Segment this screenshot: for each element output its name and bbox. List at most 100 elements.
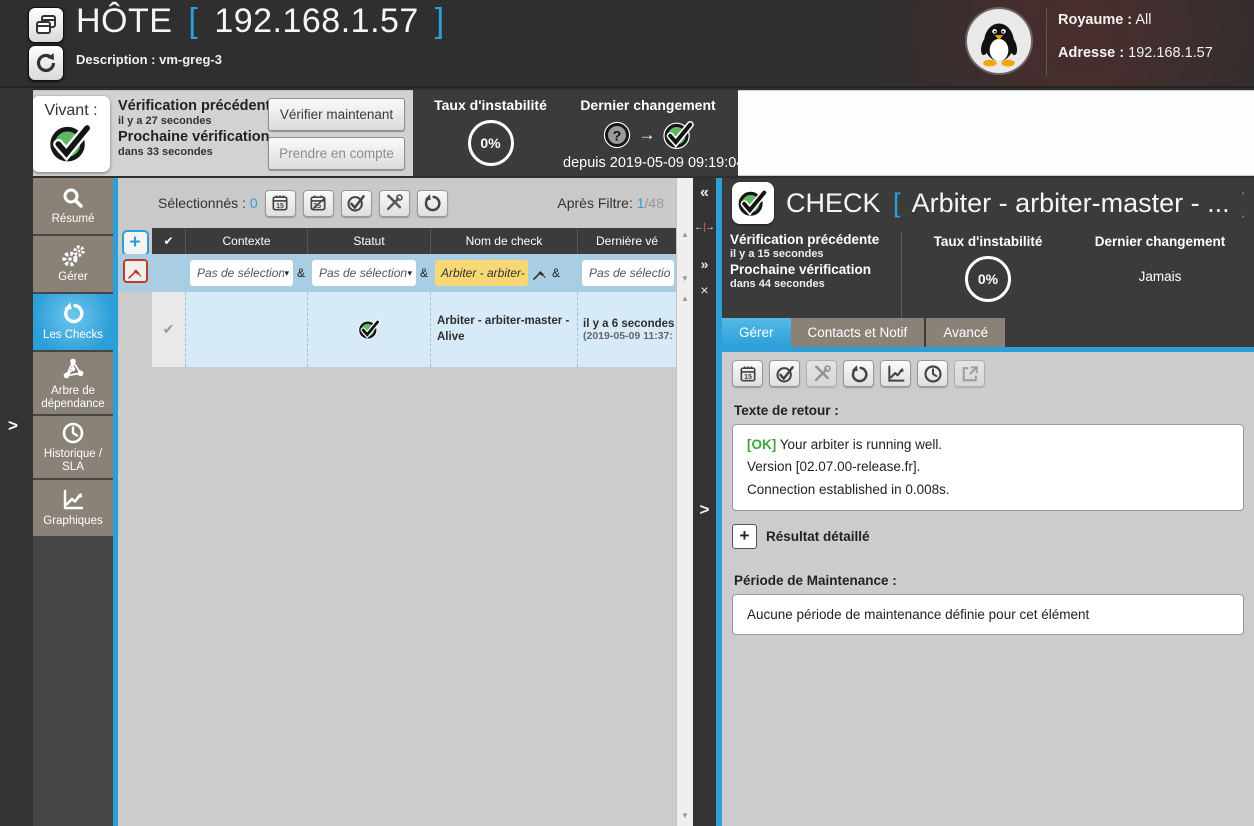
fix-tools-button[interactable] xyxy=(806,360,837,387)
last-change-value: depuis 2019-05-09 09:19:04 xyxy=(563,155,733,171)
search-icon xyxy=(61,186,85,210)
fix-tools-button[interactable] xyxy=(379,190,410,217)
svg-text:?: ? xyxy=(612,128,621,144)
sidebar-item-label: Arbre de dépendance xyxy=(33,385,113,410)
prev-check-label: Vérification précédente xyxy=(118,98,278,115)
sidebar-item-historique-sla[interactable]: Historique / SLA xyxy=(33,416,113,478)
output-status-tag: [OK] xyxy=(747,437,776,452)
column-header-statut[interactable]: Statut xyxy=(307,228,430,254)
clear-filters-button[interactable] xyxy=(123,259,148,283)
tab-gerer[interactable]: Gérer xyxy=(722,318,791,347)
detailed-result-toggle[interactable]: + Résultat détaillé xyxy=(732,524,1244,549)
liveness-label: Vivant : xyxy=(44,102,97,120)
sidebar-filler xyxy=(33,538,113,826)
refresh-icon xyxy=(34,51,58,75)
sidebar-item-resume[interactable]: Résumé xyxy=(33,178,113,234)
column-header-contexte[interactable]: Contexte xyxy=(185,228,307,254)
checks-table: + ✔ Contexte Statut Nom de check Dernièr… xyxy=(118,228,676,826)
header-meta: Royaume : All Adresse : 192.168.1.57 xyxy=(1058,12,1213,78)
schedule-downtime-button[interactable]: 15 xyxy=(732,360,763,387)
acknowledge-checks-button[interactable] xyxy=(341,190,372,217)
tab-avance[interactable]: Avancé xyxy=(926,318,1007,347)
expand-plus-icon[interactable]: + xyxy=(732,524,757,549)
scroll-up-icon[interactable]: ▲ xyxy=(677,294,693,303)
broom-icon-dark[interactable] xyxy=(532,265,548,281)
after-filter-text: Après Filtre: 1/48 xyxy=(557,195,664,211)
output-line2: Version [02.07.00-release.fr]. xyxy=(747,456,1229,478)
check-circle-icon xyxy=(775,364,795,384)
avatar[interactable] xyxy=(967,9,1031,73)
detail-title: CHECK [ Arbiter - arbiter-master - ... ] xyxy=(786,188,1244,219)
detail-title-bar: CHECK [ Arbiter - arbiter-master - ... ] xyxy=(722,178,1254,228)
resize-right-arrow: → xyxy=(705,222,715,233)
table-scrollbar[interactable]: ▲ ▼ ▲ ▼ xyxy=(676,178,693,826)
column-header-nom-de-check[interactable]: Nom de check xyxy=(430,228,577,254)
sidebar-item-graphiques[interactable]: Graphiques xyxy=(33,480,113,536)
name-filter-input[interactable]: Arbiter - arbiter- xyxy=(435,260,528,286)
description-label: Description : xyxy=(76,52,155,67)
selected-count: 0 xyxy=(250,195,258,211)
external-link-button[interactable] xyxy=(954,360,985,387)
table-gutter-filler xyxy=(118,292,152,826)
history-button[interactable] xyxy=(917,360,948,387)
row-contexte-cell[interactable] xyxy=(185,292,307,367)
acknowledge-button[interactable]: Prendre en compte xyxy=(268,137,405,170)
sidebar-item-label: Les Checks xyxy=(43,329,103,342)
gears-icon xyxy=(60,244,86,268)
close-panel-icon[interactable]: × xyxy=(693,282,716,298)
undo-icon xyxy=(849,364,869,384)
row-select-cell[interactable]: ✔ xyxy=(152,292,185,367)
status-bar-left: Vivant : Vérification précédente il y a … xyxy=(28,90,413,176)
table-gutter-header: + xyxy=(118,228,152,254)
expand-panel-icon[interactable]: » xyxy=(693,256,716,272)
current-state-ok-icon xyxy=(663,119,695,151)
maintenance-box: Aucune période de maintenance définie po… xyxy=(732,594,1244,635)
host-type-label: HÔTE xyxy=(76,2,172,40)
detail-close-bracket: ] xyxy=(1242,188,1244,218)
column-header-select[interactable]: ✔ xyxy=(152,228,185,254)
realm-value: All xyxy=(1135,12,1151,28)
transition-arrow-icon: → xyxy=(639,125,656,145)
refresh-button[interactable] xyxy=(28,45,64,81)
output-line3: Connection established in 0.008s. xyxy=(747,479,1229,501)
chevron-down-icon: ▾ xyxy=(407,268,412,279)
svg-text:15: 15 xyxy=(744,373,752,381)
check-detail-panel: CHECK [ Arbiter - arbiter-master - ... ]… xyxy=(722,178,1254,826)
add-check-button[interactable]: + xyxy=(122,230,149,256)
sidebar-item-arbre-de-dependance[interactable]: Arbre de dépendance xyxy=(33,352,113,414)
last-change-label: Dernier changement xyxy=(1074,234,1246,249)
derniere-filter-select[interactable]: Pas de sélection xyxy=(582,260,674,286)
column-header-derniere-verification[interactable]: Dernière vé xyxy=(577,228,676,254)
previous-state-unknown-icon: ? xyxy=(602,120,632,150)
scroll-up-icon[interactable]: ▲ xyxy=(677,230,693,239)
open-panel-icon[interactable]: > xyxy=(693,500,716,520)
reset-selection-button[interactable] xyxy=(417,190,448,217)
row-statut-cell[interactable] xyxy=(307,292,430,367)
panel-splitter[interactable]: « ←|→ » × > xyxy=(693,178,716,826)
rail-expand-icon[interactable]: > xyxy=(8,416,18,436)
collapse-panel-icon[interactable]: « xyxy=(693,184,716,202)
app-root: HÔTE [ 192.168.1.57 ] Description : vm-g… xyxy=(0,0,1254,826)
host-type-button[interactable] xyxy=(28,7,64,43)
check-now-button[interactable]: Vérifier maintenant xyxy=(268,98,405,131)
sidebar-item-gerer[interactable]: Gérer xyxy=(33,236,113,292)
contexte-filter-select[interactable]: Pas de sélection ▾ xyxy=(190,260,293,286)
scroll-down-icon[interactable]: ▼ xyxy=(677,811,693,820)
row-last-check[interactable]: il y a 6 secondes (2019-05-09 11:37: xyxy=(577,292,676,367)
sidebar-item-les-checks[interactable]: Les Checks xyxy=(33,294,113,350)
resize-panel-icon[interactable]: ←|→ xyxy=(693,222,716,233)
row-status-ok-icon xyxy=(358,318,381,341)
schedule-downtime-button[interactable]: 15 xyxy=(265,190,296,217)
graph-button[interactable] xyxy=(880,360,911,387)
tab-contacts-et-notif[interactable]: Contacts et Notif xyxy=(791,318,927,347)
cancel-downtime-button[interactable]: 25 xyxy=(303,190,334,217)
row-check-name[interactable]: Arbiter - arbiter-master - Alive xyxy=(430,292,577,367)
statut-filter-value: Pas de sélection xyxy=(319,266,407,280)
status-bar-right xyxy=(738,90,1254,176)
recheck-now-button[interactable] xyxy=(843,360,874,387)
acknowledge-check-button[interactable] xyxy=(769,360,800,387)
prev-check-value: il y a 27 secondes xyxy=(118,115,278,128)
check-type-label: CHECK xyxy=(786,188,881,218)
statut-filter-select[interactable]: Pas de sélection ▾ xyxy=(312,260,416,286)
scroll-down-icon[interactable]: ▼ xyxy=(677,274,693,283)
